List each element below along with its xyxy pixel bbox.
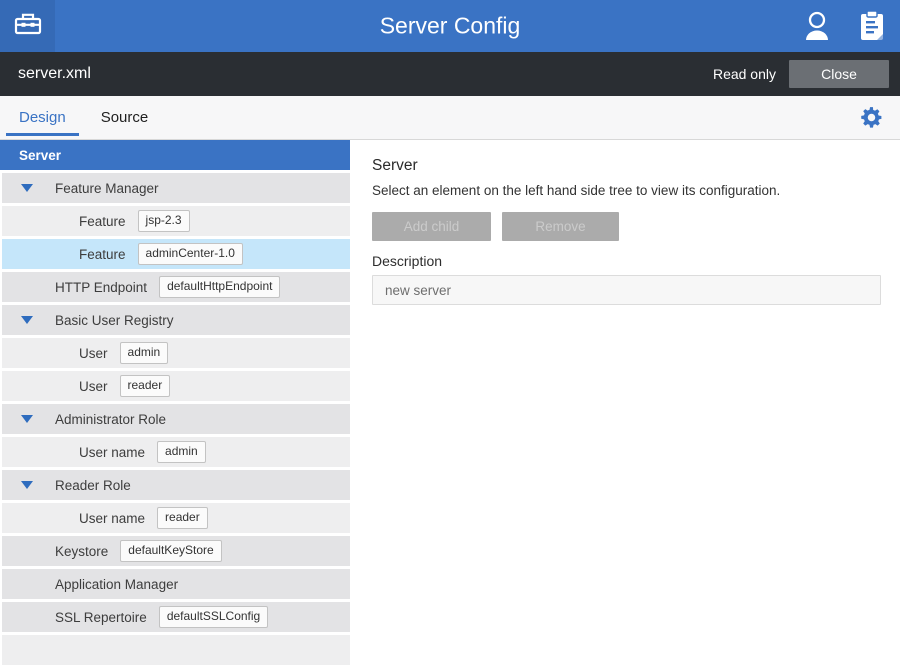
tree-item[interactable]: Keystore defaultKeyStore — [2, 536, 350, 566]
tab-design[interactable]: Design — [6, 96, 79, 139]
tree-item-label: User name — [79, 511, 145, 526]
tree-item[interactable]: HTTP Endpoint defaultHttpEndpoint — [2, 272, 350, 302]
tree-item-label: SSL Repertoire — [55, 610, 147, 625]
tree-item-label: User — [79, 346, 108, 361]
tree-item[interactable]: User name admin — [2, 437, 350, 467]
app-header: Server Config — [0, 0, 900, 52]
remove-button[interactable]: Remove — [502, 212, 619, 241]
toolbox-icon — [13, 9, 43, 44]
tree-item-badge: reader — [120, 375, 171, 396]
tree-item-label: Application Manager — [55, 577, 178, 592]
tree-item-badge: defaultSSLConfig — [159, 606, 268, 627]
tree-item-badge: reader — [157, 507, 208, 528]
tree-item[interactable]: Server — [0, 140, 350, 170]
tree-item-badge: admin — [157, 441, 206, 462]
tree-item-badge: jsp-2.3 — [138, 210, 190, 231]
tree-item-badge: admin — [120, 342, 169, 363]
tree-item-label: Feature Manager — [55, 181, 159, 196]
tree-item-badge: defaultHttpEndpoint — [159, 276, 280, 297]
tree-item[interactable]: User name reader — [2, 503, 350, 533]
tree-item-label: Reader Role — [55, 478, 131, 493]
file-name: server.xml — [18, 65, 91, 83]
tree-item[interactable]: User admin — [2, 338, 350, 368]
triangle-down-icon[interactable] — [21, 316, 33, 324]
tree-item-label: Administrator Role — [55, 412, 166, 427]
tree-item[interactable]: Reader Role — [2, 470, 350, 500]
tree-item[interactable]: Feature adminCenter-1.0 — [2, 239, 350, 269]
description-input[interactable] — [372, 275, 881, 305]
tree-item-badge: defaultKeyStore — [120, 540, 221, 561]
tree-item-badge: adminCenter-1.0 — [138, 243, 243, 264]
file-bar: server.xml Read only Close — [0, 52, 900, 96]
tab-source[interactable]: Source — [88, 96, 162, 139]
detail-instruction: Select an element on the left hand side … — [372, 182, 881, 199]
tree-item[interactable]: Feature jsp-2.3 — [2, 206, 350, 236]
tree-item-label: Server — [19, 148, 61, 163]
close-button[interactable]: Close — [789, 60, 889, 88]
toolbox-button[interactable] — [0, 0, 55, 52]
triangle-down-icon[interactable] — [21, 481, 33, 489]
tree-item-label: Feature — [79, 247, 126, 262]
triangle-down-icon[interactable] — [21, 184, 33, 192]
tree-item-label: Basic User Registry — [55, 313, 174, 328]
tree-item[interactable]: Feature Manager — [2, 173, 350, 203]
tree-item[interactable]: Basic User Registry — [2, 305, 350, 335]
detail-panel: Server Select an element on the left han… — [350, 140, 900, 666]
tab-bar: Design Source — [0, 96, 900, 140]
tree-item-label: Feature — [79, 214, 126, 229]
tree-item[interactable]: Application Manager — [2, 569, 350, 599]
detail-title: Server — [372, 156, 881, 175]
tree-item-label: User name — [79, 445, 145, 460]
triangle-down-icon[interactable] — [21, 415, 33, 423]
tree-item[interactable]: SSL Repertoire defaultSSLConfig — [2, 602, 350, 632]
tree-item-label: User — [79, 379, 108, 394]
config-tree: ServerFeature ManagerFeaturejsp-2.3Featu… — [0, 140, 350, 666]
clipboard-icon[interactable] — [859, 10, 885, 42]
tree-item[interactable]: Administrator Role — [2, 404, 350, 434]
user-icon[interactable] — [802, 10, 832, 42]
description-label: Description — [372, 253, 881, 270]
read-only-label: Read only — [713, 66, 776, 82]
gear-icon[interactable] — [858, 105, 884, 131]
tree-item — [2, 635, 350, 665]
app-title: Server Config — [380, 13, 521, 40]
tree-item[interactable]: User reader — [2, 371, 350, 401]
tree-item-label: HTTP Endpoint — [55, 280, 147, 295]
tree-item-label: Keystore — [55, 544, 108, 559]
add-child-button[interactable]: Add child — [372, 212, 491, 241]
content-area: ServerFeature ManagerFeaturejsp-2.3Featu… — [0, 140, 900, 666]
